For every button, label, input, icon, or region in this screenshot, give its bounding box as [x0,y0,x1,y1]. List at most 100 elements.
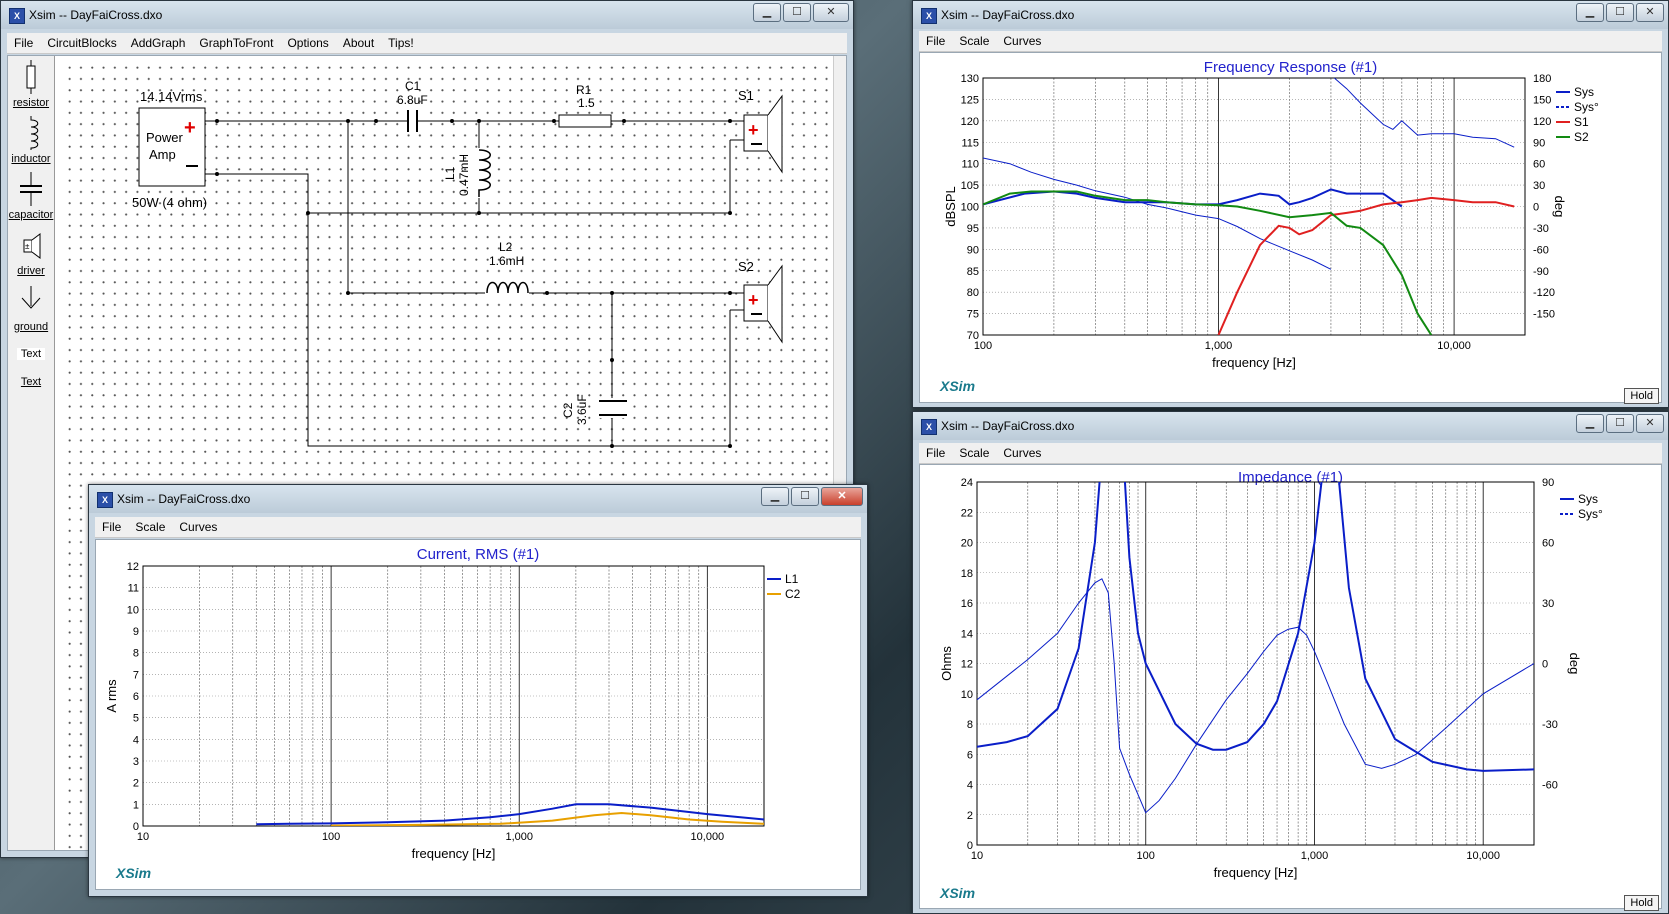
maximize-button[interactable]: ☐ [1606,3,1634,22]
cur-menubar: File Scale Curves [95,517,861,538]
menu-file[interactable]: File [95,520,128,534]
series-line-sys [977,482,1534,772]
resistor-r1[interactable]: R1 1.5 [558,83,612,128]
capacitor-c1[interactable]: C1 6.8uF [397,79,428,132]
y-tick-label: 5 [133,713,139,725]
menu-graphtofront[interactable]: GraphToFront [192,36,280,50]
minimize-button[interactable]: ▁ [1576,3,1604,22]
menu-about[interactable]: About [336,36,381,50]
imp-client: Impedance (#1) 0 2 4 6 8 10 12 14 16 18 20 22 24 -60-… [919,464,1663,911]
l2-value: 1.6mH [489,254,524,268]
freq-client: Frequency Response (#1) 70 75 80 85 90 95 100 1… [919,52,1663,404]
app-icon: X [9,8,25,24]
series-line-l1 [256,803,764,826]
driver-s1[interactable]: + S1 [730,88,783,174]
main-menubar: File CircuitBlocks AddGraph GraphToFront… [7,33,847,54]
y-tick-label: 115 [961,137,979,149]
minimize-button[interactable]: ▁ [1576,414,1604,433]
x-axis-label: frequency [Hz] [1214,865,1298,880]
palette-resistor[interactable]: resistor [8,60,54,109]
y-tick-label: 3 [133,756,139,768]
palette-text-1[interactable]: Text [8,348,54,360]
minimize-button[interactable]: ▁ [753,3,781,22]
menu-curves[interactable]: Curves [996,34,1048,48]
y-tick-label: 2 [133,778,139,790]
inductor-l2[interactable]: L2 1.6mH [485,240,529,300]
hold-button[interactable]: Hold [1624,895,1659,911]
maximize-button[interactable]: ☐ [791,487,819,506]
y-axis-label: dBSPL [943,186,958,226]
y2-tick-label: -60 [1542,780,1558,792]
x-tick-label: 100 [1137,850,1155,862]
close-button[interactable]: ✕ [1636,414,1664,433]
legend-label: Sys° [1574,100,1599,114]
x-tick-label: 100 [322,831,340,843]
amp-label-power: Power [146,130,184,145]
cur-titlebar[interactable]: X Xsim -- DayFaiCross.dxo ▁ ☐ ✕ [89,485,867,513]
y-tick-label: 8 [133,648,139,660]
y-tick-label: 75 [967,309,979,321]
c2-name: C2 [561,402,575,418]
y2-tick-label: -30 [1533,223,1549,235]
menu-file[interactable]: File [7,36,40,50]
menu-tips[interactable]: Tips! [381,36,421,50]
palette-capacitor[interactable]: capacitor [8,172,54,221]
palette-label-driver: driver [17,265,45,277]
r1-value: 1.5 [578,96,595,110]
menu-options[interactable]: Options [280,36,335,50]
y-tick-label: 24 [961,477,973,489]
palette-driver[interactable]: ± driver [8,228,54,277]
svg-text:±: ± [25,242,30,251]
y2-tick-label: 60 [1542,538,1554,550]
menu-scale[interactable]: Scale [952,446,996,460]
y-tick-label: 14 [961,628,973,640]
menu-addgraph[interactable]: AddGraph [124,36,193,50]
main-titlebar[interactable]: X Xsim -- DayFaiCross.dxo ▁ ☐ ✕ [1,1,853,29]
menu-file[interactable]: File [919,34,952,48]
maximize-button[interactable]: ☐ [783,3,811,22]
hold-button[interactable]: Hold [1624,388,1659,404]
s2-plus-icon: + [748,290,759,310]
legend-label: Sys [1574,85,1594,99]
menu-scale[interactable]: Scale [128,520,172,534]
menu-curves[interactable]: Curves [996,446,1048,460]
x-tick-label: 1,000 [505,831,533,843]
amp-plus-icon: + [184,117,196,139]
ground-icon [21,286,41,309]
y-tick-label: 85 [967,266,979,278]
imp-titlebar[interactable]: X Xsim -- DayFaiCross.dxo ▁ ☐ ✕ [913,412,1668,440]
power-amp[interactable]: Power Amp + 14.14Vrms 50W (4 ohm) [132,89,207,210]
driver-s2[interactable]: + S2 [730,259,783,344]
y2-tick-label: 60 [1533,159,1545,171]
palette-inductor[interactable]: inductor [8,116,54,165]
inductor-l1[interactable]: L1 0.47mH [443,148,495,198]
menu-scale[interactable]: Scale [952,34,996,48]
current-chart[interactable]: 012345678910111210 100 1,000 10,000frequenc… [96,540,862,891]
impedance-chart[interactable]: 024681012141618202224-60-30030609010 100 1… [920,465,1663,910]
minimize-button[interactable]: ▁ [761,487,789,506]
freq-chart[interactable]: 707580859095100105110115120125130-150-12… [920,53,1663,401]
y-tick-label: 16 [961,598,973,610]
close-button[interactable]: ✕ [813,3,849,22]
y-tick-label: 80 [967,287,979,299]
c1-value: 6.8uF [397,93,428,107]
close-button[interactable]: ✕ [1636,3,1664,22]
palette-text-2[interactable]: Text [8,376,54,388]
y-tick-label: 95 [967,223,979,235]
main-window-title: Xsim -- DayFaiCross.dxo [29,8,163,22]
palette-ground[interactable]: ground [8,284,54,333]
menu-file[interactable]: File [919,446,952,460]
menu-circuitblocks[interactable]: CircuitBlocks [40,36,123,50]
amp-rating: 50W (4 ohm) [132,195,207,210]
y-tick-label: 12 [127,561,139,573]
menu-curves[interactable]: Curves [172,520,224,534]
close-button[interactable]: ✕ [821,487,863,506]
maximize-button[interactable]: ☐ [1606,414,1634,433]
component-palette: resistor inductor capacitor ± driver gro… [8,56,55,850]
freq-menubar: File Scale Curves [919,31,1662,52]
freq-window: X Xsim -- DayFaiCross.dxo ▁ ☐ ✕ File Sca… [912,0,1669,408]
y-tick-label: 100 [961,202,979,214]
capacitor-c2[interactable]: C2 3.6uF [561,394,628,425]
y2-tick-label: 30 [1542,598,1554,610]
freq-titlebar[interactable]: X Xsim -- DayFaiCross.dxo ▁ ☐ ✕ [913,1,1668,29]
